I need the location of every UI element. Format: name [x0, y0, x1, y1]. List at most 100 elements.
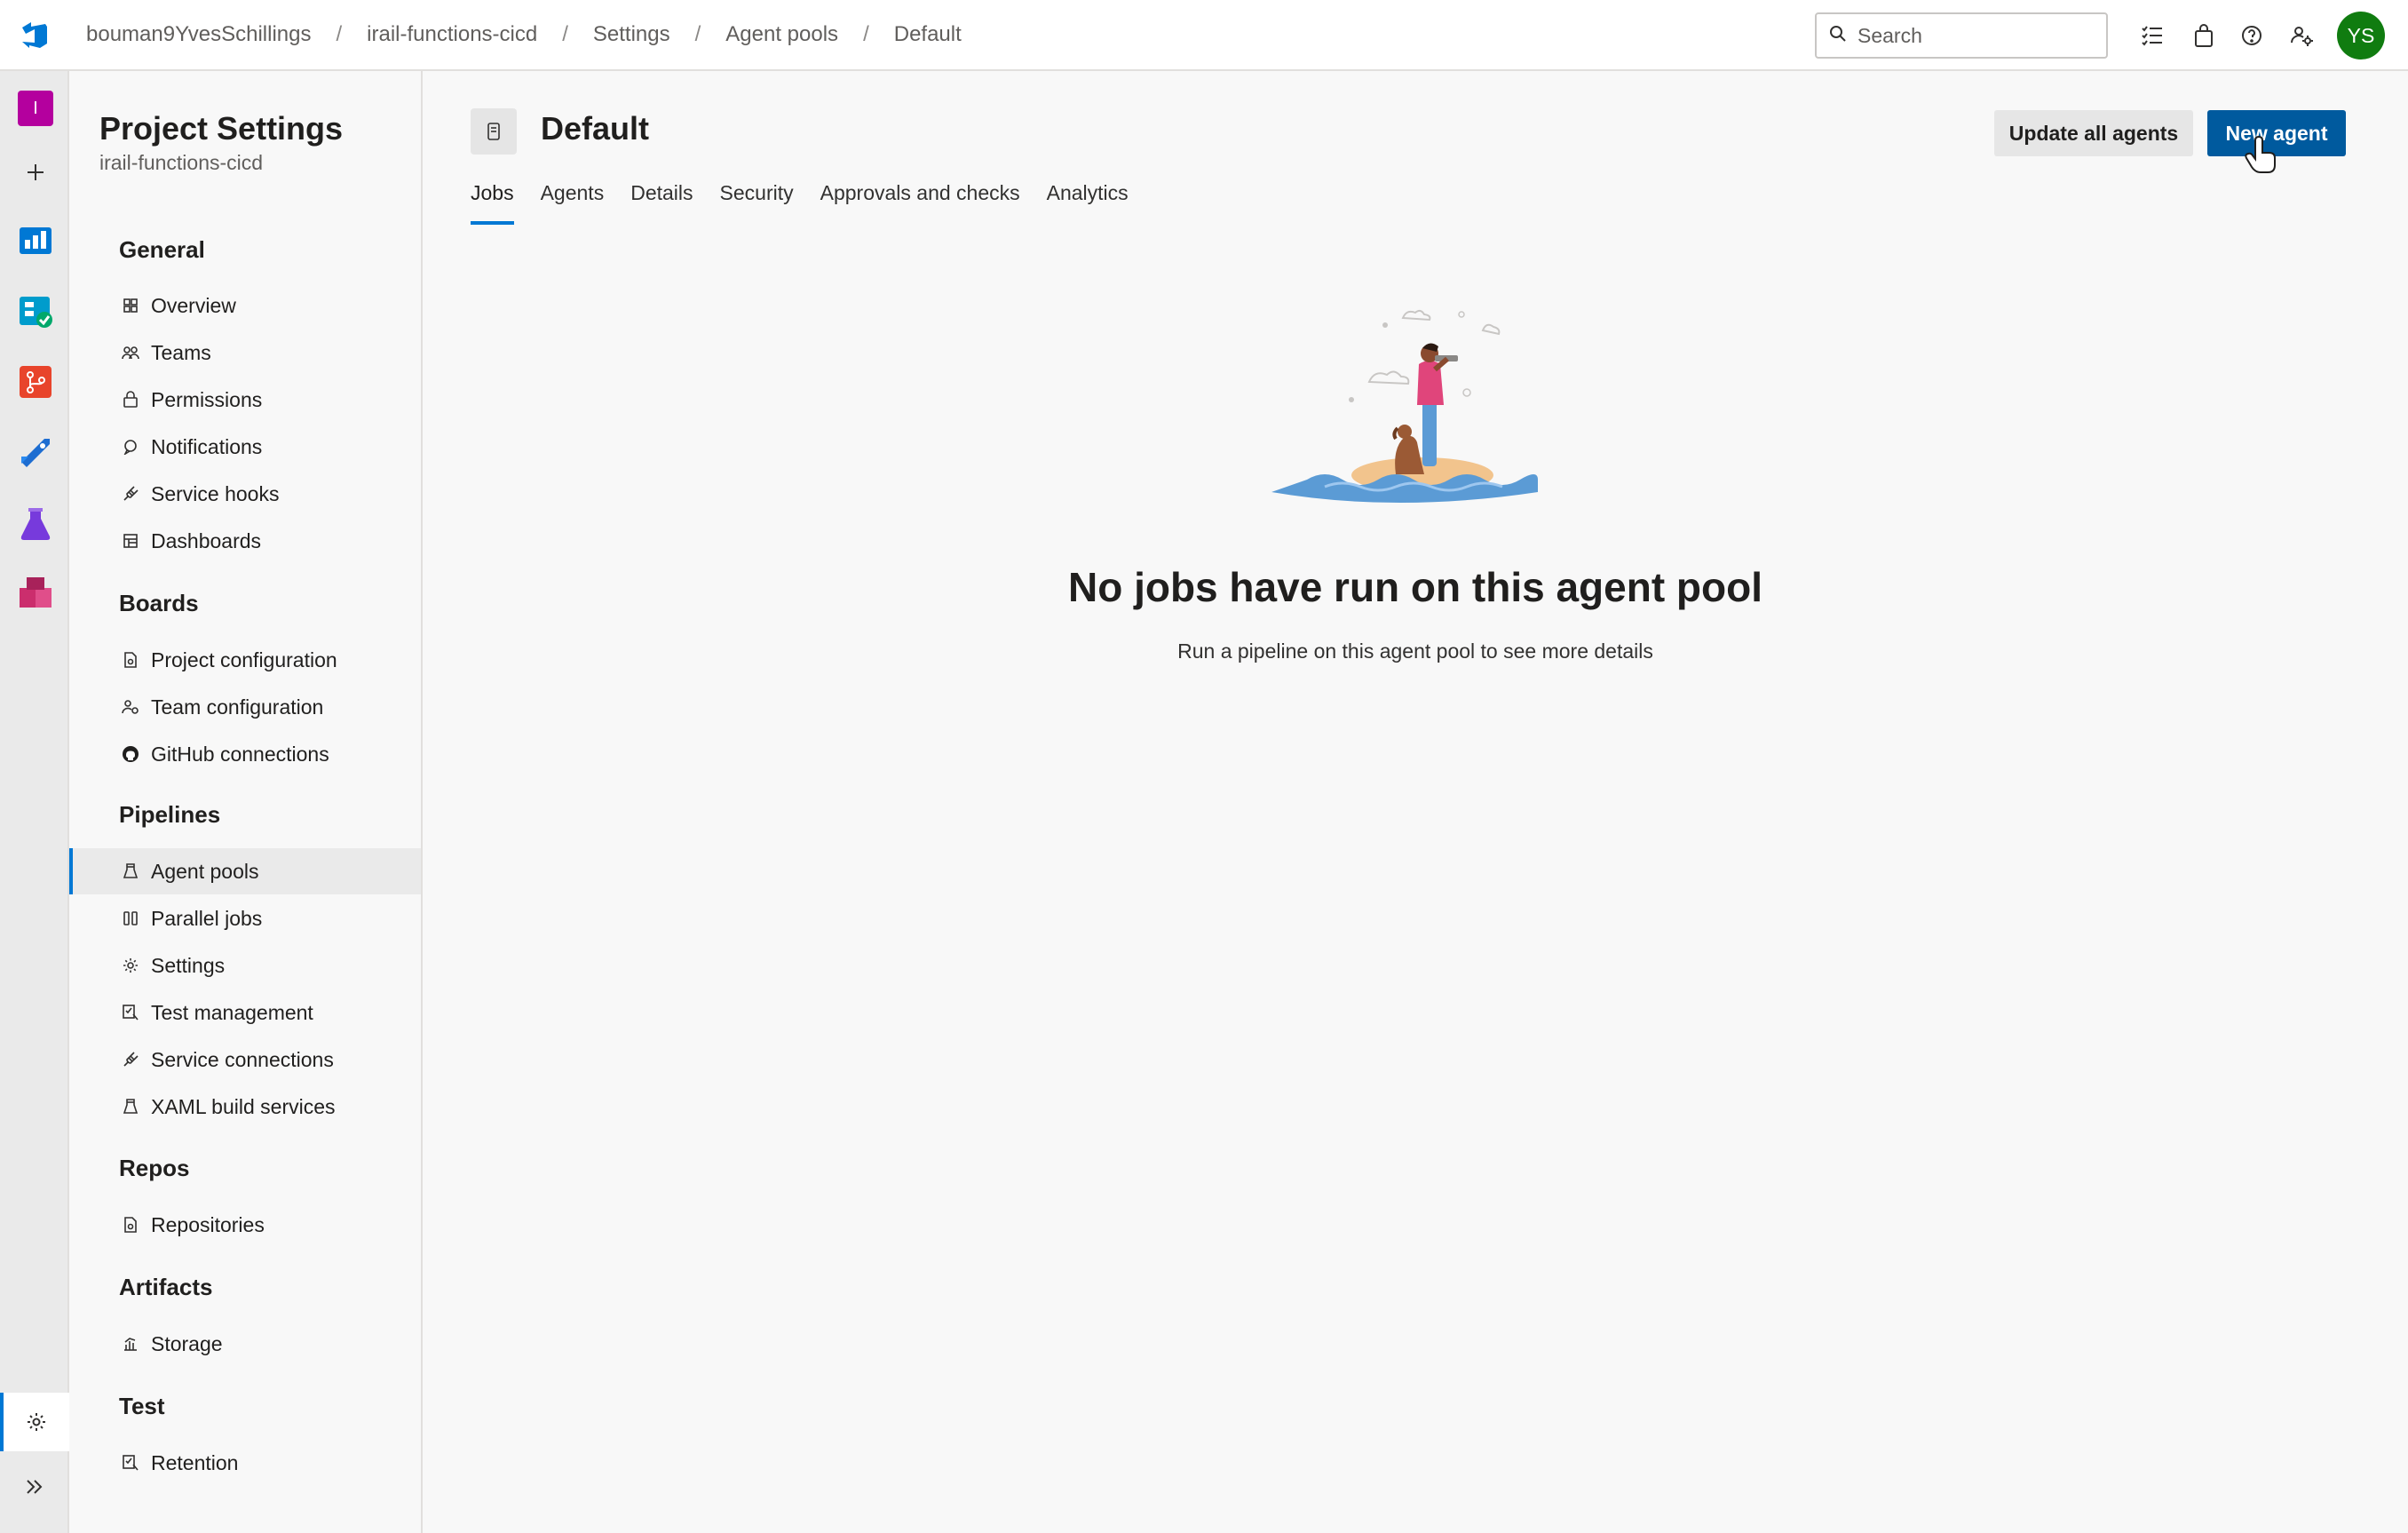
- lock-icon: [121, 390, 140, 409]
- nav-item-github-connections[interactable]: GitHub connections: [69, 731, 421, 777]
- nav-item-agent-pools[interactable]: Agent pools: [69, 848, 421, 894]
- nav-item-repositories[interactable]: Repositories: [69, 1202, 421, 1248]
- tab-bar: Jobs Agents Details Security Approvals a…: [471, 181, 1155, 225]
- tab-security[interactable]: Security: [720, 181, 794, 225]
- overview-icon: [121, 296, 140, 315]
- nav-item-label: Overview: [151, 293, 236, 317]
- nav-item-test-management[interactable]: Test management: [69, 989, 421, 1036]
- nav-item-label: Team configuration: [151, 695, 324, 719]
- gear-icon: [121, 956, 140, 975]
- nav-item-retention[interactable]: Retention: [69, 1440, 421, 1486]
- expand-chevron-icon[interactable]: [0, 1462, 69, 1512]
- artifacts-icon[interactable]: [18, 576, 53, 611]
- nav-item-overview[interactable]: Overview: [69, 282, 421, 329]
- breadcrumb-separator: /: [863, 22, 869, 46]
- repos-icon[interactable]: [18, 364, 53, 400]
- tab-approvals-and-checks[interactable]: Approvals and checks: [820, 181, 1020, 225]
- breadcrumb-organization[interactable]: bouman9YvesSchillings: [86, 22, 312, 47]
- marketplace-bag-icon[interactable]: [2188, 20, 2220, 52]
- nav-item-label: Service hooks: [151, 481, 280, 505]
- new-agent-button[interactable]: New agent: [2207, 110, 2346, 156]
- dashboard-icon: [121, 531, 140, 551]
- nav-item-label: Settings: [151, 953, 226, 977]
- nav-section-repos: Repos: [119, 1155, 190, 1181]
- nav-item-service-connections[interactable]: Service connections: [69, 1037, 421, 1083]
- search-box[interactable]: [1815, 12, 2108, 59]
- notification-bubble-icon: [121, 437, 140, 457]
- nav-item-label: Test management: [151, 1000, 313, 1024]
- breadcrumb: bouman9YvesSchillings / irail-functions-…: [86, 22, 962, 47]
- nav-item-label: XAML build services: [151, 1094, 336, 1118]
- tab-details[interactable]: Details: [630, 181, 693, 225]
- left-rail: I: [0, 71, 69, 1533]
- github-icon: [121, 744, 140, 764]
- nav-item-label: GitHub connections: [151, 742, 329, 766]
- boards-icon[interactable]: [18, 293, 53, 329]
- nav-item-project-configuration[interactable]: Project configuration: [69, 637, 421, 683]
- nav-item-teams[interactable]: Teams: [69, 330, 421, 376]
- breadcrumb-project[interactable]: irail-functions-cicd: [367, 22, 537, 47]
- overview-icon[interactable]: [18, 222, 53, 258]
- breadcrumb-agent-pools[interactable]: Agent pools: [725, 22, 838, 47]
- page-title: Default: [541, 110, 650, 147]
- nav-item-notifications[interactable]: Notifications: [69, 424, 421, 470]
- nav-item-label: Retention: [151, 1450, 239, 1474]
- avatar[interactable]: YS: [2337, 12, 2385, 60]
- nav-item-storage[interactable]: Storage: [69, 1321, 421, 1367]
- storage-chart-icon: [121, 1334, 140, 1354]
- nav-item-label: Teams: [151, 340, 211, 364]
- nav-item-settings[interactable]: Settings: [69, 942, 421, 989]
- nav-item-xaml-build-services[interactable]: XAML build services: [69, 1084, 421, 1130]
- nav-item-dashboards[interactable]: Dashboards: [69, 518, 421, 564]
- search-input[interactable]: [1857, 23, 2088, 48]
- nav-section-artifacts: Artifacts: [119, 1274, 213, 1300]
- search-icon: [1829, 25, 1847, 47]
- parallel-bars-icon: [121, 909, 140, 928]
- azure-devops-logo-icon[interactable]: [0, 0, 69, 70]
- nav-item-label: Storage: [151, 1331, 223, 1355]
- nav-section-test: Test: [119, 1393, 165, 1419]
- mouse-cursor-icon: [2245, 135, 2277, 174]
- agent-pool-icon: [121, 1097, 140, 1116]
- project-avatar-icon[interactable]: I: [18, 91, 53, 126]
- breadcrumb-separator: /: [562, 22, 568, 46]
- document-gear-icon: [121, 650, 140, 670]
- nav-item-parallel-jobs[interactable]: Parallel jobs: [69, 895, 421, 941]
- nav-item-label: Permissions: [151, 387, 263, 411]
- breadcrumb-separator: /: [694, 22, 701, 46]
- tab-agents[interactable]: Agents: [541, 181, 605, 225]
- help-icon[interactable]: [2236, 20, 2268, 52]
- add-icon[interactable]: [18, 155, 53, 190]
- nav-item-label: Notifications: [151, 434, 263, 458]
- plug-icon: [121, 484, 140, 504]
- document-gear-icon: [121, 1215, 140, 1235]
- breadcrumb-separator: /: [336, 22, 343, 46]
- nav-item-service-hooks[interactable]: Service hooks: [69, 471, 421, 517]
- main-content: Default Update all agents New agent Jobs…: [423, 71, 2408, 1533]
- empty-state-subtitle: Run a pipeline on this agent pool to see…: [1177, 639, 1653, 663]
- tab-jobs[interactable]: Jobs: [471, 181, 514, 225]
- tab-analytics[interactable]: Analytics: [1047, 181, 1129, 225]
- nav-item-permissions[interactable]: Permissions: [69, 377, 421, 423]
- pipelines-icon[interactable]: [18, 435, 53, 471]
- test-checklist-icon: [121, 1453, 140, 1473]
- top-bar: bouman9YvesSchillings / irail-functions-…: [0, 0, 2408, 71]
- breadcrumb-settings[interactable]: Settings: [593, 22, 670, 47]
- nav-section-pipelines: Pipelines: [119, 801, 221, 828]
- nav-item-label: Dashboards: [151, 528, 262, 552]
- nav-section-general: General: [119, 236, 205, 263]
- nav-item-team-configuration[interactable]: Team configuration: [69, 684, 421, 730]
- agent-pool-page-icon: [471, 108, 517, 155]
- work-items-list-icon[interactable]: [2136, 20, 2168, 52]
- breadcrumb-current[interactable]: Default: [894, 22, 962, 47]
- plug-icon: [121, 1050, 140, 1069]
- empty-state-title: No jobs have run on this agent pool: [1067, 564, 1763, 610]
- nav-item-label: Parallel jobs: [151, 906, 263, 930]
- nav-title: Project Settings: [99, 110, 344, 147]
- user-settings-icon[interactable]: [2285, 20, 2317, 52]
- project-settings-gear-icon[interactable]: [0, 1393, 69, 1451]
- nav-item-label: Service connections: [151, 1047, 334, 1071]
- update-all-agents-button[interactable]: Update all agents: [1994, 110, 2193, 156]
- teams-icon: [121, 343, 140, 362]
- test-plans-icon[interactable]: [18, 506, 53, 542]
